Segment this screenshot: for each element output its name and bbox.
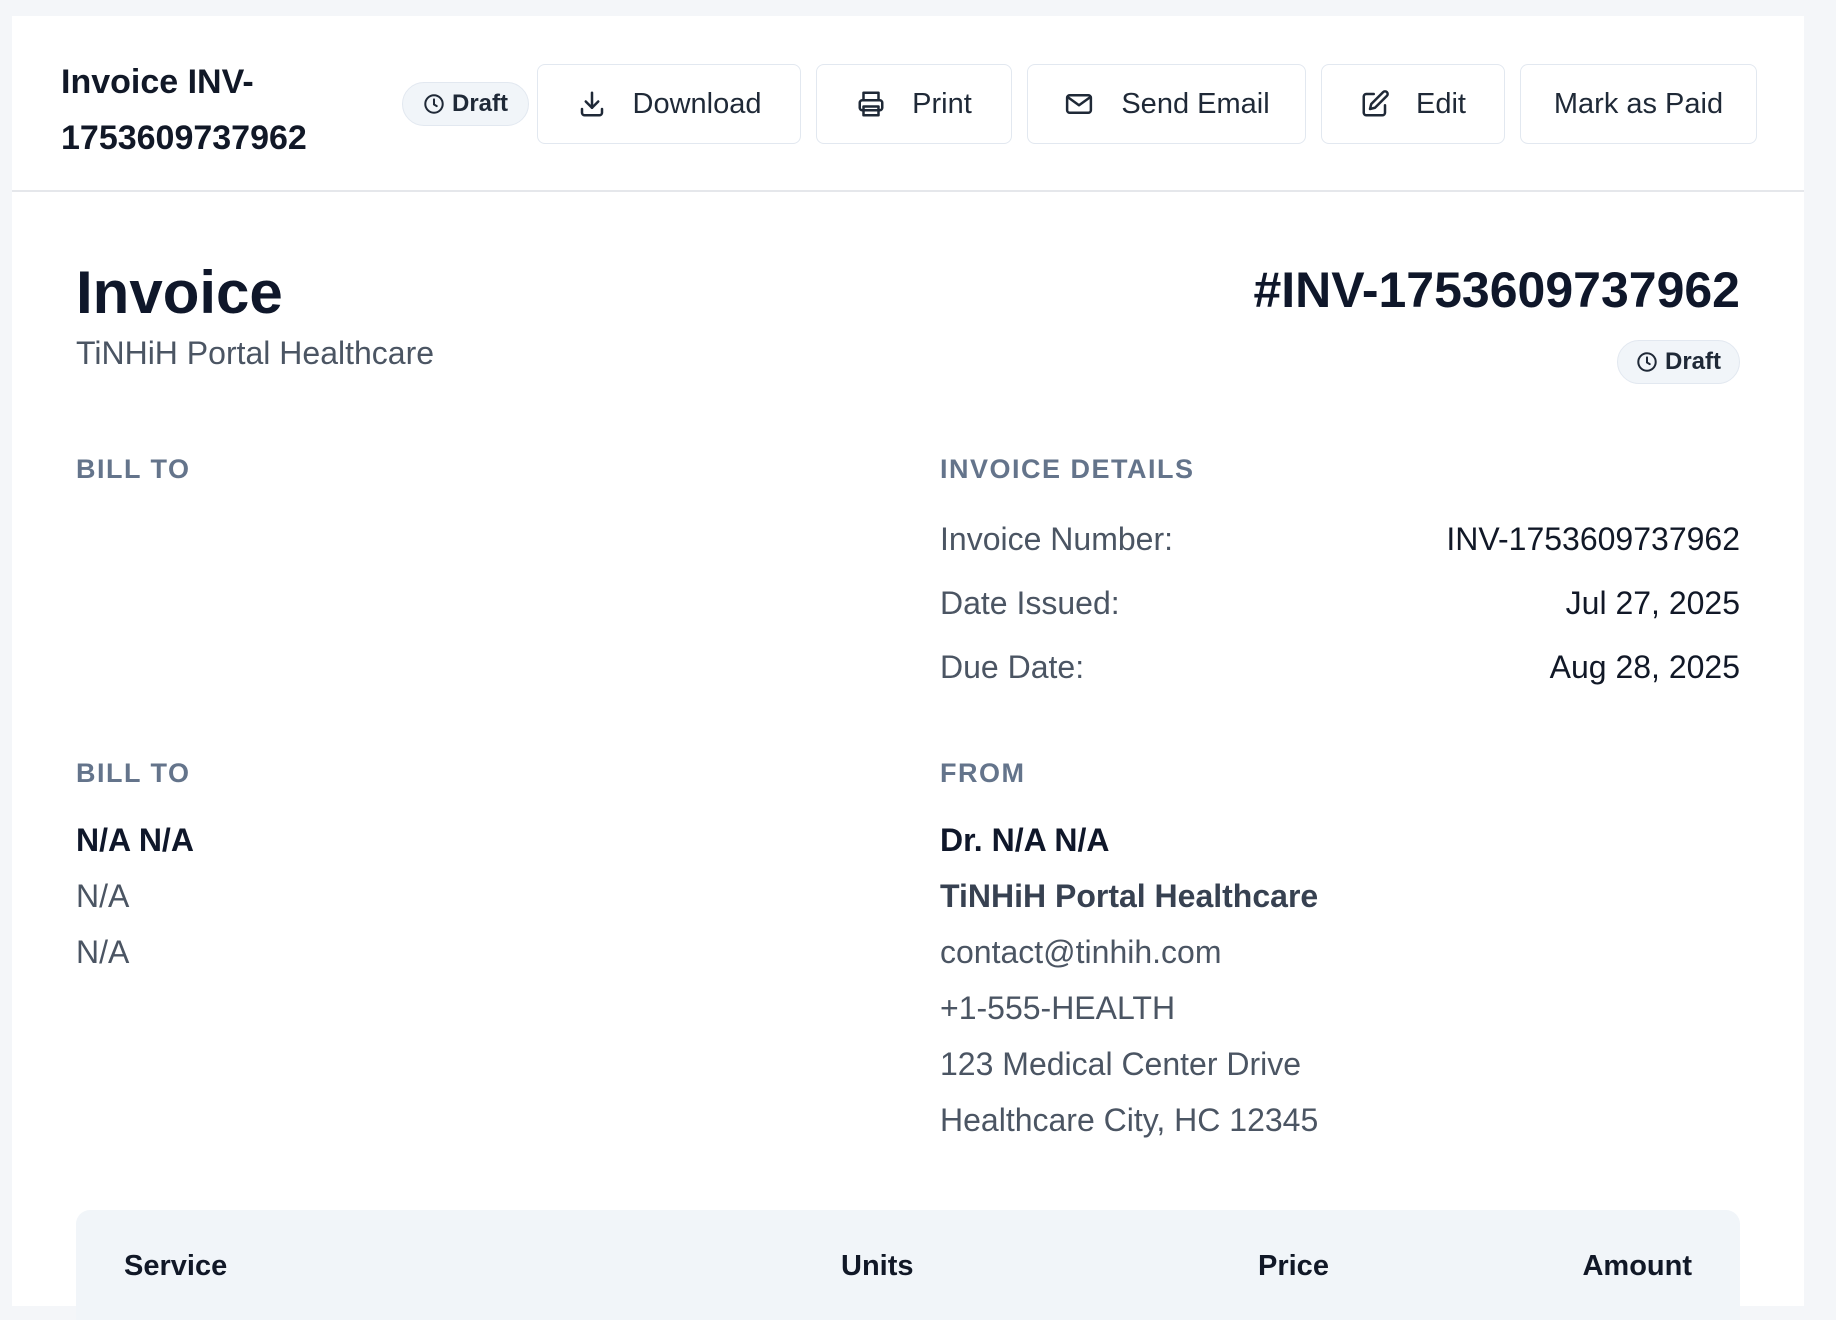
clock-icon (1637, 352, 1657, 372)
bill-to-heading-secondary: BILL TO (76, 758, 191, 788)
invoice-number: #INV-1753609737962 (1253, 262, 1740, 318)
company-name: TiNHiH Portal Healthcare (76, 335, 435, 371)
bill-to-name: N/A N/A (76, 822, 194, 858)
bill-to-heading: BILL TO (76, 454, 191, 484)
services-table-header: Service Units Price Amount (76, 1210, 1740, 1320)
bill-to-line: N/A (76, 878, 130, 914)
detail-row-date-issued: Date Issued: Jul 27, 2025 (940, 585, 1740, 622)
detail-row-due-date: Due Date: Aug 28, 2025 (940, 649, 1740, 686)
from-heading: FROM (940, 758, 1026, 788)
column-header-price: Price (1258, 1250, 1329, 1282)
invoice-details-heading: INVOICE DETAILS (940, 454, 1195, 484)
column-header-units: Units (841, 1250, 914, 1282)
detail-value: Jul 27, 2025 (1565, 585, 1740, 621)
mark-as-paid-button[interactable]: Mark as Paid (1520, 64, 1757, 144)
detail-label: Due Date: (940, 649, 1085, 685)
mail-icon (1066, 94, 1093, 114)
invoice-heading: Invoice (76, 259, 283, 326)
invoice-status-label: Draft (1664, 348, 1721, 375)
send-email-button[interactable]: Send Email (1027, 64, 1306, 144)
detail-label: Date Issued: (940, 585, 1120, 621)
download-button[interactable]: Download (537, 64, 801, 144)
page-title: Invoice INV-1753609737962 (61, 63, 307, 157)
detail-value: INV-1753609737962 (1446, 521, 1740, 557)
column-header-service: Service (124, 1250, 228, 1282)
edit-button-label: Edit (1416, 87, 1466, 120)
download-icon (580, 91, 603, 117)
clock-icon (424, 94, 444, 114)
invoice-header: Invoice INV-1753609737962 Draft Download… (12, 16, 1804, 192)
from-email: contact@tinhih.com (940, 934, 1222, 970)
edit-icon (1362, 90, 1389, 117)
print-button-label: Print (912, 87, 972, 120)
detail-label: Invoice Number: (940, 521, 1173, 557)
status-badge: Draft (402, 82, 530, 126)
printer-icon (858, 91, 884, 117)
invoice-status-badge: Draft (1616, 340, 1740, 384)
edit-button[interactable]: Edit (1321, 64, 1505, 144)
from-organization: TiNHiH Portal Healthcare (940, 878, 1319, 914)
column-header-amount: Amount (1582, 1250, 1692, 1282)
from-phone: +1-555-HEALTH (940, 990, 1176, 1026)
bill-to-line: N/A (76, 934, 130, 970)
detail-row-invoice-number: Invoice Number: INV-1753609737962 (940, 521, 1740, 558)
print-button[interactable]: Print (816, 64, 1012, 144)
download-button-label: Download (632, 87, 762, 120)
from-doctor: Dr. N/A N/A (940, 822, 1110, 858)
detail-value: Aug 28, 2025 (1549, 649, 1740, 685)
send-email-button-label: Send Email (1121, 87, 1270, 120)
invoice-card: Invoice INV-1753609737962 Draft Download… (12, 16, 1804, 1320)
status-badge-label: Draft (452, 90, 509, 117)
from-address-line: 123 Medical Center Drive (940, 1046, 1302, 1082)
from-address-line: Healthcare City, HC 12345 (940, 1102, 1319, 1138)
